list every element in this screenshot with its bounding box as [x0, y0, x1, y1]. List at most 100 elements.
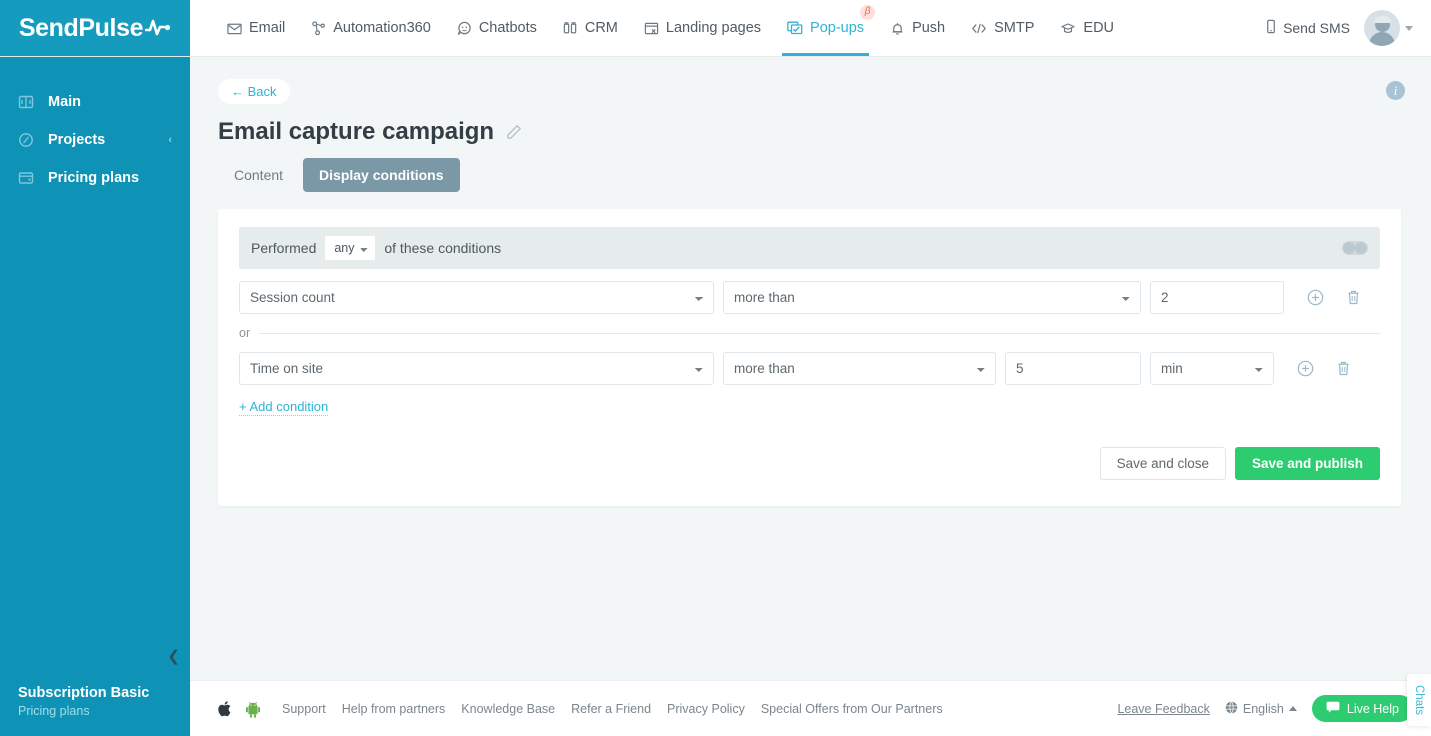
- footer-link-refer-a-friend[interactable]: Refer a Friend: [571, 702, 651, 716]
- performed-suffix-label: of these conditions: [384, 240, 502, 256]
- footer-link-special-offers[interactable]: Special Offers from Our Partners: [761, 702, 943, 716]
- nav-label: Pop-ups: [810, 20, 865, 36]
- condition-row-actions: [1307, 289, 1361, 306]
- performed-prefix-label: Performed: [251, 240, 317, 256]
- bell-icon: [890, 21, 905, 36]
- or-label: or: [239, 326, 251, 340]
- nav-label: CRM: [584, 20, 618, 36]
- pencil-icon[interactable]: [506, 124, 522, 140]
- flow-icon: [311, 20, 326, 36]
- or-separator: or: [239, 326, 1380, 340]
- sidebar-items: Main Projects ‹ Pricing plans: [0, 57, 190, 197]
- nav-item-email[interactable]: Email: [214, 0, 298, 56]
- condition-operator-select[interactable]: more than: [723, 281, 1141, 314]
- wallet-icon: [18, 170, 34, 186]
- card-actions: Save and close Save and publish: [239, 447, 1380, 480]
- nav-item-smtp[interactable]: SMTP: [958, 0, 1047, 56]
- globe-icon: [18, 132, 34, 148]
- condition-operator-select[interactable]: more than: [723, 352, 996, 385]
- chevron-left-icon: ‹: [168, 134, 172, 146]
- chat-bubble-icon: [457, 21, 472, 36]
- footer-link-privacy-policy[interactable]: Privacy Policy: [667, 702, 745, 716]
- condition-row: Time on site more than min: [239, 352, 1380, 385]
- nav-item-crm[interactable]: CRM: [550, 0, 631, 56]
- nav-item-pop-ups[interactable]: Pop-ups β: [774, 0, 877, 56]
- match-type-select[interactable]: any: [325, 236, 376, 260]
- main-inner: ← Back i Email capture campaign Content …: [190, 57, 1431, 680]
- condition-value-input[interactable]: [1150, 281, 1284, 314]
- brand-logo[interactable]: SendPulse: [0, 0, 190, 56]
- brand-name: SendPulse: [19, 14, 171, 43]
- condition-subject-select[interactable]: Time on site: [239, 352, 714, 385]
- chevron-up-icon: [1288, 706, 1297, 711]
- nav-item-landing-pages[interactable]: Landing pages: [631, 0, 774, 56]
- sidebar-item-label: Main: [48, 94, 82, 110]
- language-selector[interactable]: English: [1225, 700, 1297, 717]
- trash-icon[interactable]: [1346, 289, 1361, 306]
- sidebar-item-main[interactable]: Main: [0, 83, 190, 121]
- footer-links: Support Help from partners Knowledge Bas…: [282, 702, 943, 716]
- tab-display-conditions[interactable]: Display conditions: [303, 158, 460, 192]
- separator-line: [259, 332, 1380, 334]
- chats-tab[interactable]: Chats: [1407, 674, 1431, 727]
- page-title: Email capture campaign: [218, 118, 495, 145]
- nav-item-automation360[interactable]: Automation360: [298, 0, 444, 56]
- tab-content[interactable]: Content: [218, 158, 299, 192]
- footer-right: Leave Feedback English Live Help: [1117, 695, 1413, 722]
- globe-icon: [1225, 700, 1238, 717]
- sidebar: Main Projects ‹ Pricing plans ❮ Subscrip…: [0, 57, 190, 736]
- nav-item-push[interactable]: Push: [877, 0, 958, 56]
- sidebar-item-pricing-plans[interactable]: Pricing plans: [0, 159, 190, 197]
- dashboard-icon: [18, 94, 34, 110]
- live-help-button[interactable]: Live Help: [1311, 695, 1413, 722]
- info-icon[interactable]: i: [1386, 81, 1405, 100]
- nav-label: Chatbots: [478, 20, 537, 36]
- subscription-pricing-link[interactable]: Pricing plans: [18, 704, 190, 718]
- chat-icon: [1326, 701, 1340, 716]
- crm-icon: [563, 21, 578, 36]
- nav-label: EDU: [1083, 20, 1115, 36]
- send-sms-label: Send SMS: [1283, 20, 1350, 36]
- trash-icon[interactable]: [1336, 360, 1351, 377]
- user-menu[interactable]: [1364, 10, 1413, 46]
- condition-subject-select[interactable]: Session count: [239, 281, 714, 314]
- subscription-title: Subscription Basic: [18, 685, 150, 701]
- add-condition-link[interactable]: + Add condition: [239, 399, 329, 416]
- sidebar-item-label: Projects: [48, 132, 106, 148]
- plus-circle-icon[interactable]: [1297, 360, 1314, 377]
- save-and-publish-button[interactable]: Save and publish: [1234, 447, 1380, 480]
- graduation-cap-icon: [1060, 21, 1076, 36]
- pulse-icon: [144, 14, 171, 43]
- chevron-down-icon: [1405, 25, 1413, 31]
- nav-label: Automation360: [333, 20, 431, 36]
- page-tabs: Content Display conditions: [218, 158, 1401, 192]
- code-icon: [971, 21, 987, 36]
- language-label: English: [1242, 701, 1284, 716]
- conditions-toggle[interactable]: [1342, 241, 1368, 255]
- envelope-icon: [227, 21, 242, 36]
- app-root: SendPulse Email Automation360 Chatbots C…: [0, 0, 1431, 736]
- sidebar-item-projects[interactable]: Projects ‹: [0, 121, 190, 159]
- apple-icon[interactable]: [218, 700, 233, 718]
- footer-link-knowledge-base[interactable]: Knowledge Base: [461, 702, 555, 716]
- nav-item-chatbots[interactable]: Chatbots: [444, 0, 550, 56]
- leave-feedback-link[interactable]: Leave Feedback: [1117, 702, 1209, 716]
- brand-label: SendPulse: [18, 13, 144, 42]
- back-button[interactable]: ← Back: [218, 79, 290, 104]
- top-bar: SendPulse Email Automation360 Chatbots C…: [0, 0, 1431, 57]
- condition-value-input[interactable]: [1005, 352, 1141, 385]
- condition-row: Session count more than: [239, 281, 1380, 314]
- condition-row-actions: [1297, 360, 1351, 377]
- footer-link-support[interactable]: Support: [282, 702, 326, 716]
- save-and-close-button[interactable]: Save and close: [1099, 447, 1226, 480]
- nav-item-edu[interactable]: EDU: [1047, 0, 1127, 56]
- sidebar-collapse-button[interactable]: ❮: [167, 649, 180, 664]
- send-sms-button[interactable]: Send SMS: [1265, 19, 1350, 37]
- condition-unit-select[interactable]: min: [1150, 352, 1274, 385]
- main-content: ← Back i Email capture campaign Content …: [190, 57, 1431, 736]
- footer: Support Help from partners Knowledge Bas…: [190, 680, 1431, 736]
- footer-link-help-from-partners[interactable]: Help from partners: [342, 702, 446, 716]
- conditions-card: Performed any of these conditions Sessio…: [218, 209, 1401, 506]
- android-icon[interactable]: [246, 700, 260, 718]
- plus-circle-icon[interactable]: [1307, 289, 1324, 306]
